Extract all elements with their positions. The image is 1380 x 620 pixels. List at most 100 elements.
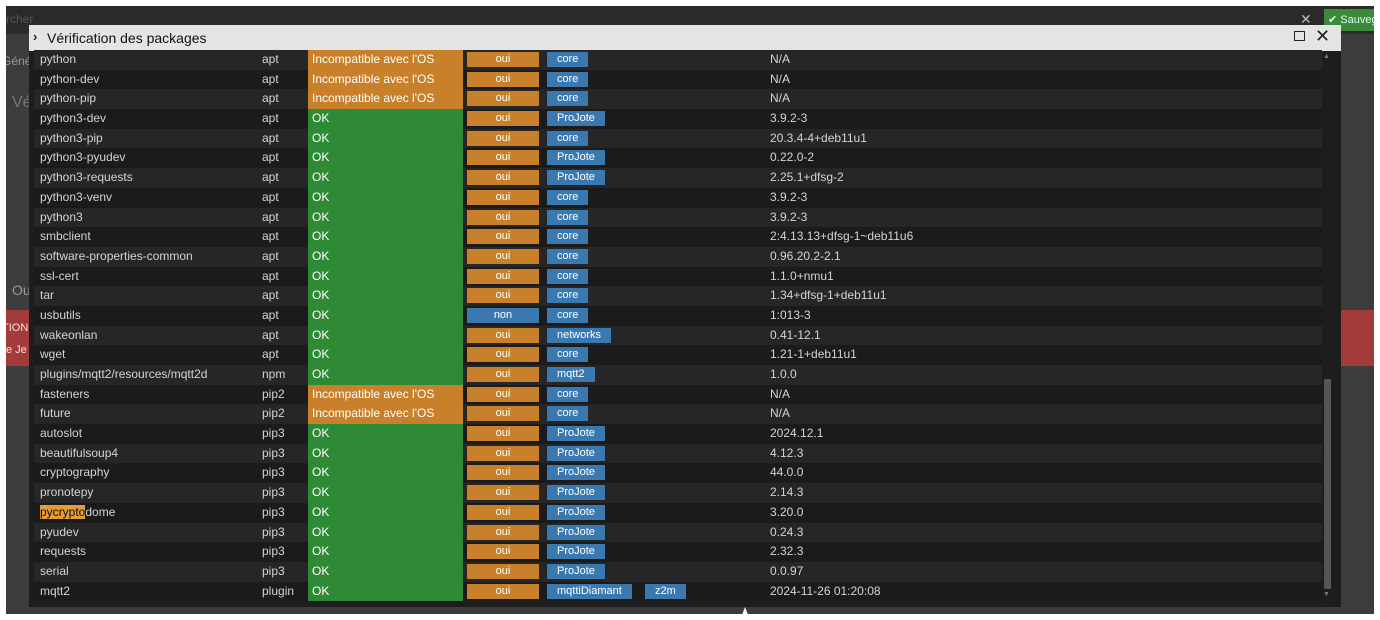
- table-row: python3-requests apt OK oui ProJote 2.25.1+df…: [34, 168, 1322, 188]
- needed-badge: oui: [467, 111, 539, 127]
- status-badge: OK: [308, 365, 463, 385]
- package-version: 1.1.0+nmu1: [770, 268, 834, 283]
- package-name-rest: dome: [85, 504, 116, 519]
- package-version: 2024.12.1: [770, 426, 824, 441]
- status-badge: OK: [308, 207, 463, 228]
- package-name: python: [40, 52, 77, 66]
- package-version: 3.9.2-3: [770, 111, 808, 126]
- package-type: apt: [262, 170, 279, 185]
- package-type: pip3: [262, 504, 285, 519]
- package-version: N/A: [770, 406, 791, 421]
- scrollbar[interactable]: ▲ ▼: [1323, 53, 1332, 603]
- package-version: 2.25.1+dfsg-2: [770, 170, 844, 185]
- needed-badge: oui: [467, 583, 539, 599]
- package-name: wakeonlan: [40, 327, 98, 342]
- scroll-down-icon[interactable]: ▼: [1323, 591, 1330, 598]
- plugin-tag: ProJote: [547, 524, 605, 540]
- package-name: plugins/mqtt2/resources/mqtt2d: [40, 367, 208, 381]
- package-version: N/A: [770, 91, 791, 106]
- status-badge: OK: [308, 561, 463, 582]
- package-name: pyudev: [40, 524, 79, 539]
- package-version: 0.96.20.2-2.1: [770, 248, 841, 263]
- needed-badge: oui: [467, 445, 539, 461]
- package-version: 1:013-3: [770, 307, 811, 322]
- package-version: 44.0.0: [770, 465, 804, 480]
- status-badge: Incompatible avec l'OS: [308, 384, 463, 405]
- needed-badge: oui: [467, 524, 539, 540]
- needed-badge: oui: [467, 229, 539, 245]
- plugin-tag: networks: [547, 327, 612, 343]
- needed-badge: non: [467, 307, 539, 323]
- needed-badge: oui: [467, 91, 539, 107]
- needed-badge: oui: [467, 426, 539, 442]
- table-row: python-pip apt Incompatible avec l'OS oui co…: [34, 89, 1322, 110]
- package-type: plugin: [262, 583, 295, 598]
- needed-badge: oui: [467, 485, 539, 501]
- package-type: pip3: [262, 426, 285, 441]
- modal-titlebar[interactable]: › Vérification des packages ✕: [29, 25, 1341, 51]
- table-row: pyudev pip3 OK oui ProJote 0.24.3: [34, 522, 1322, 543]
- table-row: python3-pyudev apt OK oui ProJote 0.22.0-2: [34, 148, 1322, 169]
- needed-badge: oui: [467, 71, 539, 87]
- plugin-tag: core: [547, 288, 589, 304]
- needed-badge: oui: [467, 563, 539, 579]
- table-row: smbclient apt OK oui core 2:4.13.13+dfsg-1~de…: [34, 227, 1322, 247]
- plugin-tag: ProJote: [547, 426, 605, 442]
- save-button-label: Sauvega: [1340, 14, 1374, 26]
- table-row: ssl-cert apt OK oui core 1.1.0+nmu1: [34, 266, 1322, 287]
- table-row: wget apt OK oui core 1.21-1+deb11u1: [34, 345, 1322, 365]
- plugin-tag: ProJote: [547, 504, 605, 520]
- package-name: python3-pip: [40, 130, 103, 145]
- package-type: apt: [262, 130, 279, 145]
- table-row: wakeonlan apt OK oui networks 0.41-12.1: [34, 325, 1322, 346]
- plugin-tag: core: [547, 268, 589, 284]
- table-row: future pip2 Incompatible avec l'OS oui core N…: [34, 404, 1322, 425]
- plugin-tag: z2m: [645, 583, 686, 599]
- package-name: python3-dev: [40, 111, 107, 126]
- status-badge: OK: [308, 168, 463, 188]
- modal-title: Vérification des packages: [47, 30, 207, 46]
- search-highlight: pycrypto: [40, 504, 86, 519]
- table-row: fasteners pip2 Incompatible avec l'OS oui co…: [34, 384, 1322, 405]
- package-version: 1.0.0: [770, 367, 797, 381]
- package-version: 1.21-1+deb11u1: [770, 347, 857, 362]
- table-row: pronotepy pip3 OK oui ProJote 2.14.3: [34, 483, 1322, 503]
- package-version: 0.22.0-2: [770, 150, 815, 165]
- package-type: npm: [262, 367, 286, 381]
- table-row: cryptography pip3 OK oui ProJote 44.0.0: [34, 463, 1322, 484]
- package-type: pip3: [262, 544, 285, 559]
- package-name: python3: [40, 209, 83, 224]
- maximize-icon[interactable]: [1294, 31, 1305, 41]
- scroll-up-icon[interactable]: ▲: [1323, 53, 1330, 60]
- package-name: mqtt2: [40, 583, 71, 598]
- plugin-tag: core: [547, 209, 589, 225]
- scrollbar-thumb[interactable]: [1324, 379, 1331, 589]
- status-badge: OK: [308, 424, 463, 444]
- plugin-tag: ProJote: [547, 111, 605, 127]
- package-check-modal: › Vérification des packages ✕ python apt I…: [29, 25, 1341, 607]
- needed-badge: oui: [467, 327, 539, 343]
- table-row: usbutils apt OK non core 1:013-3: [34, 305, 1322, 326]
- table-row: python-dev apt Incompatible avec l'OS oui co…: [34, 69, 1322, 90]
- plugin-tag: core: [547, 406, 589, 422]
- search-input[interactable]: rcher: [6, 12, 33, 26]
- package-name: autoslot: [40, 426, 83, 441]
- plugin-tag: ProJote: [547, 170, 605, 186]
- package-type: apt: [262, 189, 279, 204]
- package-version: 0.0.97: [770, 563, 804, 578]
- package-version: 2024-11-26 01:20:08: [770, 583, 881, 598]
- package-type: pip3: [262, 445, 285, 460]
- needed-badge: oui: [467, 170, 539, 186]
- plugin-tag: core: [547, 189, 589, 205]
- package-type: pip2: [262, 386, 285, 401]
- status-badge: OK: [308, 502, 463, 523]
- background-alert-title: TION: [6, 322, 29, 334]
- close-icon[interactable]: ✕: [1315, 26, 1330, 46]
- plugin-tag: core: [547, 248, 589, 264]
- plugin-tag: core: [547, 71, 589, 87]
- status-badge: OK: [308, 542, 463, 562]
- status-badge: OK: [308, 286, 463, 306]
- plugin-tag: core: [547, 52, 589, 67]
- package-name: pycryptodome: [40, 503, 115, 523]
- needed-badge: oui: [467, 465, 539, 481]
